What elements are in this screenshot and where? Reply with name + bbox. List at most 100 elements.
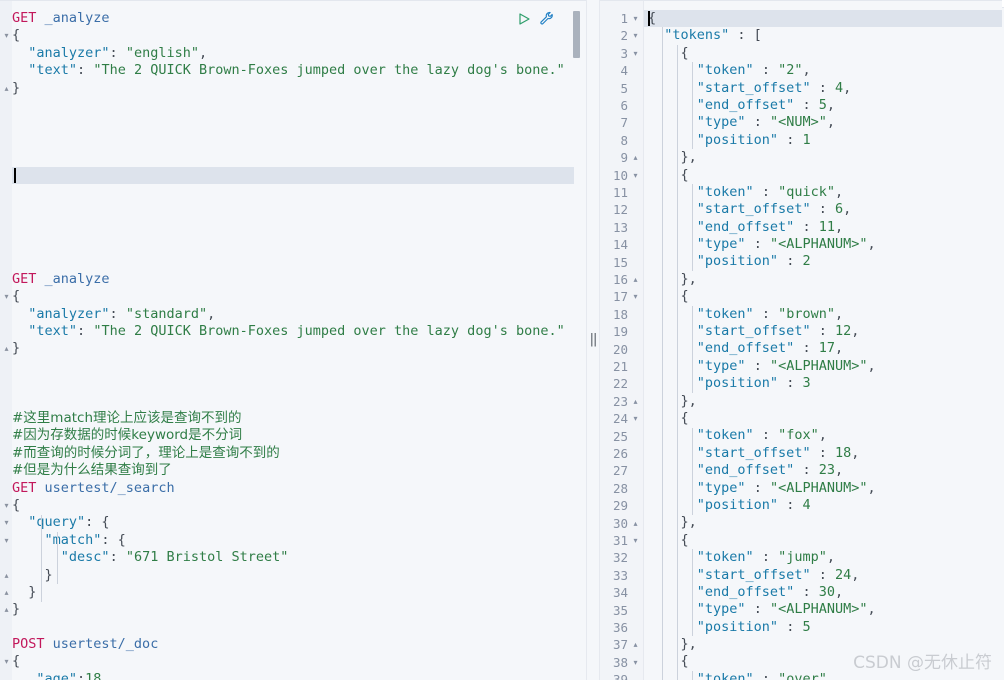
request-code[interactable]: GET _analyze ▾{ "analyzer": "english", "t… [4, 10, 572, 680]
response-line[interactable]: }, [648, 514, 1002, 531]
fold-open-icon[interactable]: ▾ [2, 497, 11, 514]
response-line[interactable]: "tokens" : [ [648, 27, 1002, 44]
response-line[interactable]: "type" : "<ALPHANUM>", [648, 480, 1002, 497]
request-line[interactable]: "age":18, [12, 671, 572, 680]
response-line[interactable]: "start_offset" : 4, [648, 80, 1002, 97]
request-line[interactable] [12, 219, 572, 236]
request-line[interactable]: "analyzer": "english", [12, 45, 572, 62]
response-line[interactable]: "type" : "<NUM>", [648, 114, 1002, 131]
response-line[interactable]: { [648, 410, 1002, 427]
response-code[interactable]: { "tokens" : [ { "token" : "2", "start_o… [648, 10, 1002, 680]
request-line[interactable]: POST usertest/_doc [12, 636, 572, 653]
fold-open-icon[interactable]: ▾ [631, 654, 640, 671]
request-scrollbar[interactable] [573, 9, 580, 673]
response-line[interactable]: "token" : "over", [648, 671, 1002, 680]
response-pane[interactable]: 1 ▾ 2 ▾ 3 ▾ 4 5 6 7 8 9 ▴ 10 ▾ 11 12 13 14 15 16 ▴ 17 ▾ 18 19 20 21… [600, 0, 1002, 680]
request-line[interactable]: ▾ "query": { [4, 514, 572, 531]
pane-resize-divider[interactable]: || [586, 0, 600, 680]
wrench-icon[interactable] [539, 11, 554, 26]
fold-close-icon[interactable]: ▴ [2, 584, 11, 601]
request-line[interactable]: ▾{ [4, 27, 572, 44]
response-line[interactable]: "position" : 5 [648, 619, 1002, 636]
fold-close-icon[interactable]: ▴ [631, 393, 640, 410]
fold-close-icon[interactable]: ▴ [2, 340, 11, 357]
response-line[interactable]: "token" : "quick", [648, 184, 1002, 201]
request-pane[interactable]: GET _analyze ▾{ "analyzer": "english", "t… [0, 0, 586, 680]
request-scrollbar-thumb[interactable] [573, 11, 580, 58]
response-line[interactable]: { [648, 45, 1002, 62]
fold-open-icon[interactable]: ▾ [631, 45, 640, 62]
response-line[interactable]: "start_offset" : 24, [648, 567, 1002, 584]
play-triangle-icon[interactable] [517, 12, 531, 26]
fold-close-icon[interactable]: ▴ [2, 80, 11, 97]
response-line[interactable]: "type" : "<ALPHANUM>", [648, 601, 1002, 618]
request-line[interactable] [12, 184, 572, 201]
request-line[interactable] [12, 167, 572, 184]
request-line[interactable]: "desc": "671 Bristol Street" [12, 549, 572, 566]
divider-grip[interactable]: || [590, 332, 598, 347]
request-line[interactable]: ▴} [4, 601, 572, 618]
response-line[interactable]: "end_offset" : 23, [648, 462, 1002, 479]
response-line[interactable]: "token" : "jump", [648, 549, 1002, 566]
request-line[interactable]: ▾{ [4, 653, 572, 670]
fold-open-icon[interactable]: ▾ [2, 514, 11, 531]
response-line[interactable]: "position" : 4 [648, 497, 1002, 514]
request-line[interactable]: "text": "The 2 QUICK Brown-Foxes jumped … [12, 323, 572, 340]
request-line[interactable] [12, 201, 572, 218]
request-line[interactable]: #但是为什么结果查询到了 [12, 462, 572, 479]
fold-close-icon[interactable]: ▴ [631, 515, 640, 532]
fold-open-icon[interactable]: ▾ [2, 653, 11, 670]
response-line[interactable]: "position" : 3 [648, 375, 1002, 392]
request-line[interactable]: GET _analyze [12, 10, 572, 27]
fold-open-icon[interactable]: ▾ [2, 288, 11, 305]
response-line[interactable]: { [648, 10, 1002, 27]
request-line[interactable] [12, 358, 572, 375]
response-line[interactable]: "type" : "<ALPHANUM>", [648, 236, 1002, 253]
request-line[interactable]: "analyzer": "standard", [12, 306, 572, 323]
request-line[interactable]: #而查询的时候分词了，理论上是查询不到的 [12, 445, 572, 462]
response-line[interactable]: "position" : 2 [648, 253, 1002, 270]
response-line[interactable]: }, [648, 393, 1002, 410]
fold-close-icon[interactable]: ▴ [631, 636, 640, 653]
request-line[interactable] [12, 114, 572, 131]
response-line[interactable]: }, [648, 636, 1002, 653]
request-line[interactable]: "text": "The 2 QUICK Brown-Foxes jumped … [12, 62, 572, 79]
fold-open-icon[interactable]: ▾ [2, 27, 11, 44]
response-line[interactable]: "start_offset" : 12, [648, 323, 1002, 340]
request-line[interactable]: ▴ } [4, 584, 572, 601]
fold-close-icon[interactable]: ▴ [2, 567, 11, 584]
request-line[interactable]: #这里match理论上应该是查询不到的 [12, 410, 572, 427]
response-line[interactable]: "token" : "fox", [648, 427, 1002, 444]
request-line[interactable] [12, 253, 572, 270]
request-line[interactable] [12, 97, 572, 114]
response-line[interactable]: "position" : 1 [648, 132, 1002, 149]
fold-open-icon[interactable]: ▾ [2, 532, 11, 549]
request-line[interactable] [12, 393, 572, 410]
response-line[interactable]: }, [648, 149, 1002, 166]
response-line[interactable]: { [648, 167, 1002, 184]
request-line[interactable]: #因为存数据的时候keyword是不分词 [12, 427, 572, 444]
fold-close-icon[interactable]: ▴ [2, 601, 11, 618]
fold-close-icon[interactable]: ▴ [631, 271, 640, 288]
request-line[interactable] [12, 375, 572, 392]
response-line[interactable]: }, [648, 271, 1002, 288]
response-line[interactable]: "end_offset" : 17, [648, 340, 1002, 357]
request-line[interactable]: ▴} [4, 340, 572, 357]
response-line[interactable]: "start_offset" : 18, [648, 445, 1002, 462]
request-line[interactable] [12, 619, 572, 636]
response-line[interactable]: "start_offset" : 6, [648, 201, 1002, 218]
request-line[interactable]: ▾{ [4, 288, 572, 305]
request-line[interactable]: ▴ } [4, 567, 572, 584]
request-line[interactable]: ▴} [4, 80, 572, 97]
response-line[interactable]: "token" : "brown", [648, 306, 1002, 323]
response-line[interactable]: "end_offset" : 5, [648, 97, 1002, 114]
request-line[interactable]: ▾{ [4, 497, 572, 514]
request-line[interactable]: GET usertest/_search [12, 480, 572, 497]
request-line[interactable]: ▾ "match": { [4, 532, 572, 549]
response-line[interactable]: "end_offset" : 30, [648, 584, 1002, 601]
response-line[interactable]: "end_offset" : 11, [648, 219, 1002, 236]
fold-open-icon[interactable]: ▾ [631, 27, 640, 44]
fold-open-icon[interactable]: ▾ [631, 410, 640, 427]
fold-open-icon[interactable]: ▾ [631, 532, 640, 549]
request-line[interactable]: GET _analyze [12, 271, 572, 288]
